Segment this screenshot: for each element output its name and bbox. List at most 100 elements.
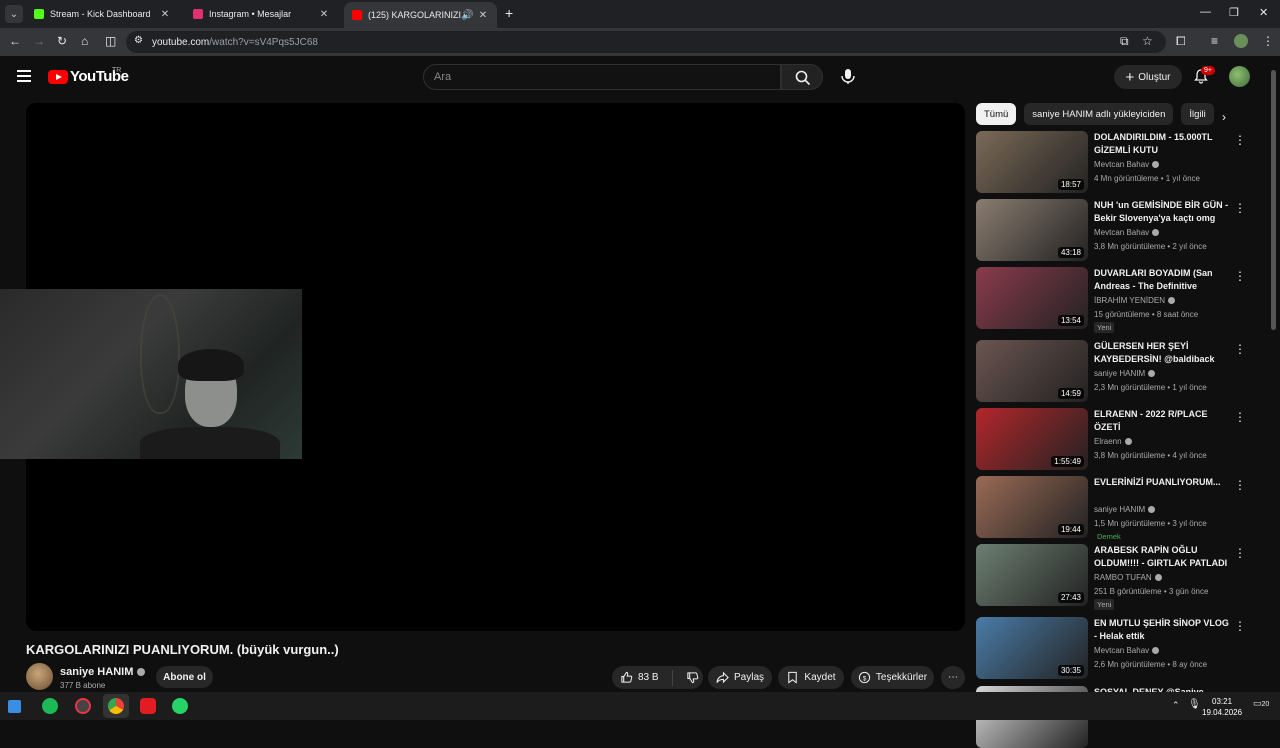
search-input[interactable] [423, 64, 781, 90]
more-vertical-icon[interactable]: ⋮ [1234, 342, 1246, 356]
restore-icon[interactable]: ❐ [1229, 6, 1239, 19]
browser-tab[interactable]: Stream - Kick Dashboard ✕ [26, 3, 179, 25]
scrollbar[interactable] [1271, 70, 1276, 330]
recommendation-channel[interactable]: RAMBO TUFAN [1094, 573, 1162, 582]
recommendation-item[interactable]: 43:18 NUH 'un GEMİSİNDE BİR GÜN - Bekir S… [976, 199, 1256, 261]
recommendation-title[interactable]: GÜLERSEN HER ŞEYİ KAYBEDERSİN! @baldibac… [1094, 340, 1230, 366]
video-thumbnail[interactable]: 30:35 [976, 617, 1088, 679]
more-vertical-icon[interactable]: ⋮ [1234, 410, 1246, 424]
bookmark-icon [788, 671, 798, 684]
bookmark-star-icon[interactable]: ☆ [1142, 34, 1153, 48]
recommendation-channel[interactable]: Elraenn [1094, 437, 1132, 446]
tray-chevron-icon[interactable]: ⌃ [1172, 700, 1180, 711]
recommendation-title[interactable]: ELRAENN - 2022 R/PLACE ÖZETİ [1094, 408, 1230, 434]
hamburger-menu-icon[interactable] [17, 70, 31, 82]
youtube-play-icon [48, 69, 68, 84]
taskbar-clock[interactable]: 03:21 19.04.2026 [1202, 696, 1242, 718]
close-tab-icon[interactable]: ✕ [477, 10, 489, 21]
chip-all[interactable]: Tümü [976, 103, 1017, 125]
subscribe-button[interactable]: Abone ol [156, 666, 213, 688]
recommendation-channel[interactable]: saniye HANIM [1094, 369, 1156, 378]
back-icon[interactable]: ← [9, 34, 21, 48]
site-info-icon[interactable]: ⚙ [134, 35, 143, 46]
start-icon[interactable] [8, 700, 21, 713]
recommendation-channel[interactable]: Mevtcan Bahav [1094, 160, 1160, 169]
video-thumbnail[interactable]: 1:55:49 [976, 408, 1088, 470]
minimize-icon[interactable]: — [1200, 6, 1211, 18]
recommendation-item[interactable]: 13:54 DUVARLARI BOYADIM (San Andreas - Th… [976, 267, 1256, 333]
recommendation-title[interactable]: DOLANDIRILDIM - 15.000TL GİZEMLİ KUTU [1094, 131, 1230, 157]
recommendation-title[interactable]: EN MUTLU ŞEHİR SİNOP VLOG - Helak ettik [1094, 617, 1230, 643]
channel-avatar[interactable] [26, 663, 53, 690]
more-vertical-icon[interactable]: ⋮ [1234, 619, 1246, 633]
home-icon[interactable]: ⌂ [81, 34, 88, 48]
browser-tab[interactable]: Instagram • Mesajlar ✕ [185, 3, 338, 25]
share-button[interactable]: Paylaş [708, 666, 772, 689]
speaker-icon[interactable]: 🔊 [461, 10, 473, 21]
whatsapp-icon[interactable] [172, 698, 188, 714]
reload-icon[interactable]: ↻ [57, 34, 67, 48]
app-red-icon[interactable] [140, 698, 156, 714]
more-vertical-icon[interactable]: ⋮ [1234, 546, 1246, 560]
video-thumbnail[interactable]: 18:57 [976, 131, 1088, 193]
recommendation-title[interactable]: ARABESK RAPİN OĞLU OLDUM!!!! - GIRTLAK P… [1094, 544, 1230, 570]
recommendation-title[interactable]: DUVARLARI BOYADIM (San Andreas - The Def… [1094, 267, 1230, 293]
close-window-icon[interactable]: ✕ [1259, 6, 1268, 19]
video-thumbnail[interactable]: 19:44 [976, 476, 1088, 538]
chip-related[interactable]: İlgili [1181, 103, 1214, 125]
more-vertical-icon[interactable]: ⋮ [1234, 201, 1246, 215]
channel-name[interactable]: saniye HANIM [60, 666, 146, 678]
dislike-button[interactable] [686, 671, 699, 684]
account-avatar[interactable] [1229, 66, 1250, 87]
search-button[interactable] [781, 64, 823, 90]
video-thumbnail[interactable]: 14:59 [976, 340, 1088, 402]
create-button[interactable]: + Oluştur [1114, 65, 1182, 89]
recommendation-item[interactable]: 30:35 EN MUTLU ŞEHİR SİNOP VLOG - Helak e… [976, 617, 1256, 679]
voice-search-button[interactable] [838, 66, 858, 86]
recommendation-channel[interactable]: İBRAHİM YENİDEN [1094, 296, 1175, 305]
recommendation-item[interactable]: 1:55:49 ELRAENN - 2022 R/PLACE ÖZETİ Elrae… [976, 408, 1256, 470]
browser-tab-active[interactable]: (125) KARGOLARINIZI PUA 🔊 ✕ [344, 2, 497, 28]
close-tab-icon[interactable]: ✕ [318, 9, 330, 20]
recommendation-item[interactable]: 19:44 EVLERİNİZİ PUANLIYORUM... saniye HAN… [976, 476, 1256, 541]
forward-icon[interactable]: → [33, 34, 45, 48]
video-thumbnail[interactable]: 13:54 [976, 267, 1088, 329]
split-view-icon[interactable]: ◫ [105, 34, 116, 48]
more-vertical-icon[interactable]: ⋮ [1234, 269, 1246, 283]
more-vertical-icon[interactable]: ⋮ [1234, 133, 1246, 147]
video-thumbnail[interactable]: 43:18 [976, 199, 1088, 261]
recommendation-channel[interactable]: saniye HANIM [1094, 505, 1156, 514]
url-text[interactable]: youtube.com/watch?v=sV4Pqs5JC68 [152, 37, 318, 48]
video-thumbnail[interactable]: 27:43 [976, 544, 1088, 606]
install-app-icon[interactable]: ⧉ [1120, 34, 1129, 49]
tab-search-icon[interactable]: ⌄ [5, 5, 23, 23]
recommendation-channel[interactable]: Mevtcan Bahav [1094, 646, 1160, 655]
new-tab-button[interactable]: + [505, 5, 513, 21]
media-control-icon[interactable]: ≡ [1211, 34, 1218, 48]
recommendation-item[interactable]: 27:43 ARABESK RAPİN OĞLU OLDUM!!!! - GIRT… [976, 544, 1256, 610]
save-button[interactable]: Kaydet [778, 666, 844, 689]
recommendation-meta: 3,8 Mn görüntüleme • 4 yıl önce [1094, 451, 1207, 460]
more-vertical-icon[interactable]: ⋮ [1234, 478, 1246, 492]
microphone-tray-icon[interactable]: 🎙 [1188, 699, 1201, 710]
chrome-icon[interactable] [108, 698, 124, 714]
spotify-icon[interactable] [42, 698, 58, 714]
recommendation-item[interactable]: 18:57 DOLANDIRILDIM - 15.000TL GİZEMLİ KU… [976, 131, 1256, 193]
recommendation-title[interactable]: EVLERİNİZİ PUANLIYORUM... [1094, 476, 1230, 489]
recommendation-title[interactable]: NUH 'un GEMİSİNDE BİR GÜN - Bekir Sloven… [1094, 199, 1230, 225]
recommendation-meta: 4 Mn görüntüleme • 1 yıl önce [1094, 174, 1200, 183]
more-actions-button[interactable]: ⋯ [941, 666, 965, 689]
thanks-button[interactable]: $ Teşekkürler [851, 666, 934, 689]
recommendation-channel[interactable]: Mevtcan Bahav [1094, 228, 1160, 237]
extensions-icon[interactable]: ⧠ [1176, 34, 1186, 49]
like-button[interactable]: 83 B [620, 671, 659, 684]
chip-uploader[interactable]: saniye HANIM adlı yükleyiciden [1024, 103, 1174, 125]
recommendation-item[interactable]: 14:59 GÜLERSEN HER ŞEYİ KAYBEDERSİN! @bal… [976, 340, 1256, 402]
app-icon[interactable] [75, 698, 91, 714]
chevron-right-icon[interactable]: › [1222, 110, 1226, 124]
close-tab-icon[interactable]: ✕ [159, 9, 171, 20]
browser-menu-icon[interactable]: ⋮ [1262, 34, 1274, 48]
notification-center-icon[interactable]: ▭20 [1253, 698, 1269, 709]
profile-avatar[interactable] [1234, 34, 1248, 48]
duration-badge: 19:44 [1057, 524, 1084, 535]
